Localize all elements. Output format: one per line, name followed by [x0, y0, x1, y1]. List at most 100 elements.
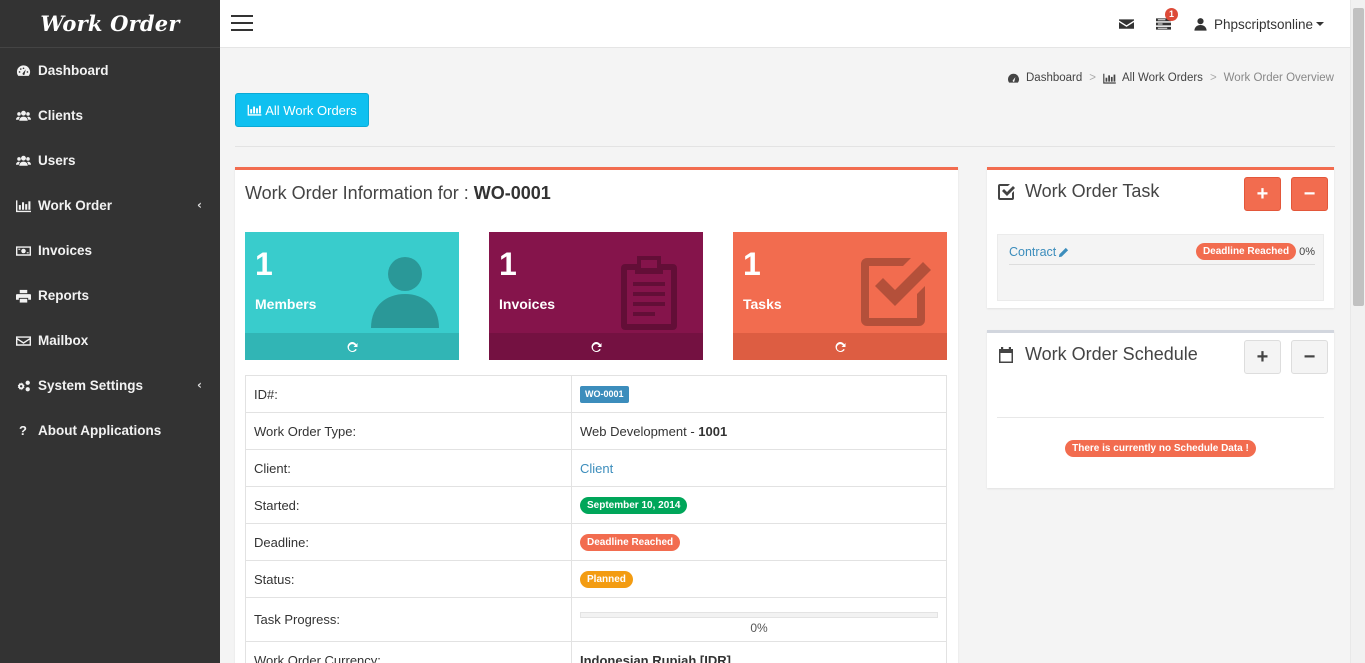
row-value: Client	[571, 449, 947, 487]
sidebar-item-label: Invoices	[38, 243, 93, 258]
user-menu[interactable]: Phpscriptsonline	[1193, 17, 1324, 32]
envelope-icon	[15, 334, 31, 348]
collapse-task-button[interactable]: −	[1291, 177, 1328, 211]
started-badge: September 10, 2014	[580, 497, 688, 514]
tasks-tile[interactable]: 1 Tasks	[733, 232, 947, 360]
dashboard-icon	[15, 64, 31, 78]
invoices-tile[interactable]: 1 Invoices	[489, 232, 703, 360]
breadcrumb-work-orders-link[interactable]: All Work Orders	[1122, 72, 1203, 84]
no-schedule-badge: There is currently no Schedule Data !	[1065, 440, 1256, 457]
id-badge: WO-0001	[580, 386, 629, 403]
tile-count: 1	[499, 246, 517, 282]
refresh-icon	[591, 341, 602, 352]
notifications-button[interactable]: 1	[1155, 8, 1178, 31]
row-label: Deadline:	[245, 523, 572, 561]
add-task-button[interactable]: +	[1244, 177, 1281, 211]
collapse-schedule-button[interactable]: −	[1291, 340, 1328, 374]
divider	[997, 417, 1324, 418]
row-value: WO-0001	[571, 375, 947, 413]
members-tile[interactable]: 1 Members	[245, 232, 459, 360]
panel-title: Work Order Schedule	[997, 344, 1198, 365]
row-label: Work Order Type:	[245, 412, 572, 450]
sidebar-item-about-applications[interactable]: ? About Applications	[0, 408, 220, 453]
brand-name: Work Order	[40, 11, 180, 36]
sidebar-item-work-order[interactable]: Work Order ‹	[0, 183, 220, 228]
tile-footer[interactable]	[245, 333, 459, 360]
table-row: Status: Planned	[245, 560, 947, 598]
sidebar-item-dashboard[interactable]: Dashboard	[0, 48, 220, 93]
topbar: 1 Phpscriptsonline	[220, 0, 1350, 48]
row-label: Status:	[245, 560, 572, 598]
type-code: 1001	[698, 423, 728, 439]
print-icon	[15, 289, 31, 303]
refresh-icon	[835, 341, 846, 352]
sidebar-item-label: System Settings	[38, 378, 144, 393]
tile-footer[interactable]	[733, 333, 947, 360]
box-title: Work Order Information for : WO-0001	[245, 183, 551, 204]
notification-count-badge: 1	[1164, 8, 1178, 21]
row-label: Task Progress:	[245, 597, 572, 642]
bar-chart-icon	[247, 104, 262, 116]
all-work-orders-button[interactable]: All Work Orders	[235, 93, 369, 127]
schedule-panel-title: Work Order Schedule	[1025, 344, 1198, 364]
money-icon	[15, 244, 31, 258]
sidebar-item-reports[interactable]: Reports	[0, 273, 220, 318]
row-label: Started:	[245, 486, 572, 524]
tile-label: Tasks	[743, 296, 782, 312]
add-schedule-button[interactable]: +	[1244, 340, 1281, 374]
row-value: September 10, 2014	[571, 486, 947, 524]
bar-chart-icon	[15, 199, 31, 213]
sidebar-item-clients[interactable]: Clients	[0, 93, 220, 138]
breadcrumb: Dashboard > All Work Orders > Work Order…	[1007, 72, 1334, 84]
client-link[interactable]: Client	[580, 461, 613, 476]
task-progress-value: 0%	[750, 621, 768, 635]
refresh-icon	[347, 341, 358, 352]
row-value: 0%	[571, 597, 947, 642]
scrollbar-thumb[interactable]	[1353, 8, 1364, 306]
envelope-icon	[1118, 19, 1134, 29]
row-label: ID#:	[245, 375, 572, 413]
tile-footer[interactable]	[489, 333, 703, 360]
sidebar-nav: Dashboard Clients Users Work Order ‹ Inv…	[0, 48, 220, 453]
title-prefix: Work Order Information for :	[245, 183, 469, 203]
gears-icon	[15, 379, 31, 393]
user-icon	[365, 250, 445, 330]
brand-logo[interactable]: Work Order	[0, 0, 220, 48]
table-row: Work Order Currency: Indonesian Rupiah […	[245, 641, 947, 663]
sidebar-item-label: Dashboard	[38, 63, 109, 78]
task-deadline-badge: Deadline Reached	[1195, 243, 1297, 260]
all-work-orders-label: All Work Orders	[265, 102, 357, 118]
menu-toggle-icon[interactable]	[231, 15, 253, 31]
sidebar-item-label: About Applications	[38, 423, 162, 438]
page-scrollbar[interactable]	[1350, 0, 1365, 663]
task-status: Deadline Reached 0%	[1195, 243, 1315, 260]
row-value: Planned	[571, 560, 947, 598]
caret-down-icon	[1316, 22, 1324, 26]
task-name: Contract	[1009, 245, 1057, 259]
messages-button[interactable]	[1118, 17, 1134, 31]
dashboard-icon	[1008, 73, 1019, 83]
table-row: Work Order Type: Web Development - 1001	[245, 412, 947, 450]
sidebar-item-mailbox[interactable]: Mailbox	[0, 318, 220, 363]
sidebar-item-users[interactable]: Users	[0, 138, 220, 183]
breadcrumb-current: Work Order Overview	[1223, 72, 1334, 84]
task-link[interactable]: Contract	[1009, 245, 1069, 259]
check-square-icon	[853, 250, 933, 330]
task-list: Contract Deadline Reached 0%	[997, 234, 1324, 301]
currency-value: Indonesian Rupiah [IDR]	[580, 652, 731, 663]
sidebar: Work Order Dashboard Clients Users Work …	[0, 0, 220, 663]
work-order-details-table: ID#: WO-0001 Work Order Type: Web Develo…	[245, 375, 947, 663]
task-progress-bar	[580, 612, 938, 618]
task-progress-bar	[1009, 264, 1315, 265]
pencil-icon	[1059, 247, 1069, 257]
chevron-left-icon: ‹	[197, 378, 202, 392]
list-item: Contract Deadline Reached 0%	[1009, 243, 1315, 260]
question-icon: ?	[19, 423, 27, 438]
table-row: Client: Client	[245, 449, 947, 487]
row-value: Web Development - 1001	[571, 412, 947, 450]
sidebar-item-system-settings[interactable]: System Settings ‹	[0, 363, 220, 408]
breadcrumb-dashboard-link[interactable]: Dashboard	[1026, 72, 1082, 84]
clipboard-icon	[609, 250, 689, 330]
sidebar-item-invoices[interactable]: Invoices	[0, 228, 220, 273]
task-progress-percent: 0%	[1299, 245, 1315, 258]
